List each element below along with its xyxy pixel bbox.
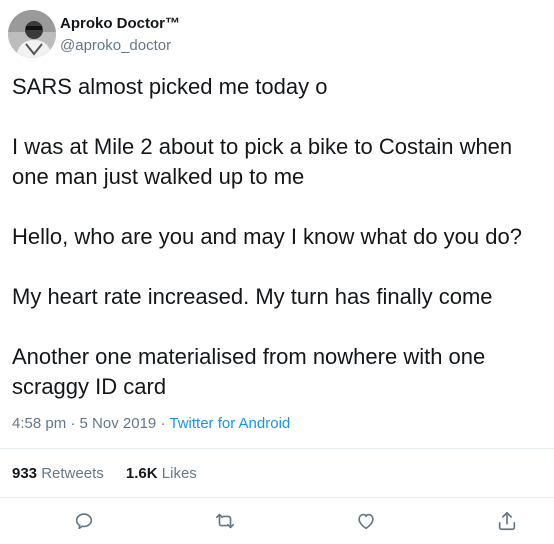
tweet-date[interactable]: 5 Nov 2019: [80, 415, 157, 432]
retweets-stat[interactable]: 933 Retweets: [12, 465, 104, 482]
retweets-label: Retweets: [41, 465, 104, 482]
tweet-paragraph: Another one materialised from nowhere wi…: [12, 344, 486, 399]
tweet-paragraph: Hello, who are you and may I know what d…: [12, 224, 522, 249]
handle[interactable]: @aproko_doctor: [60, 36, 180, 55]
retweet-icon[interactable]: [214, 510, 236, 532]
tweet-actions: [0, 510, 554, 536]
share-icon[interactable]: [496, 510, 518, 532]
meta-separator: ·: [160, 415, 166, 432]
tweet-time[interactable]: 4:58 pm: [12, 415, 66, 432]
likes-count: 1.6K: [125, 465, 158, 482]
author-names: Aproko Doctor™ @aproko_doctor: [60, 14, 180, 55]
tweet-meta: 4:58 pm · 5 Nov 2019 · Twitter for Andro…: [12, 415, 290, 432]
tweet-text: SARS almost picked me today o I was at M…: [12, 72, 548, 402]
tweet-paragraph: My heart rate increased. My turn has fin…: [12, 284, 493, 309]
tweet-paragraph: I was at Mile 2 about to pick a bike to …: [12, 134, 513, 189]
tweet-stats: 933 Retweets 1.6K Likes: [12, 465, 197, 482]
heart-icon[interactable]: [355, 510, 377, 532]
tweet-paragraph: SARS almost picked me today o: [12, 74, 328, 99]
likes-label: Likes: [161, 465, 197, 482]
likes-stat[interactable]: 1.6K Likes: [126, 465, 197, 482]
reply-icon[interactable]: [73, 510, 95, 532]
divider: [0, 448, 554, 449]
display-name[interactable]: Aproko Doctor™: [60, 14, 180, 33]
divider: [0, 497, 554, 498]
retweets-count: 933: [12, 465, 38, 482]
tweet-header: Aproko Doctor™ @aproko_doctor: [8, 10, 548, 62]
avatar[interactable]: [8, 10, 56, 58]
tweet-source-link[interactable]: Twitter for Android: [169, 415, 290, 432]
meta-separator: ·: [70, 415, 76, 432]
